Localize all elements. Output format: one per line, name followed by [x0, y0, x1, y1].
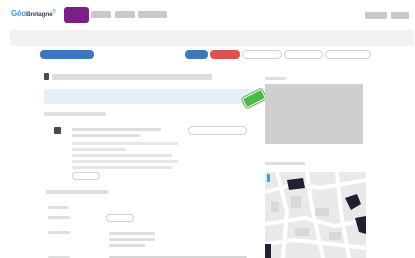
nav-item-3[interactable]	[115, 11, 135, 18]
record-line-2	[72, 134, 140, 137]
nav-item-4[interactable]	[138, 11, 167, 18]
field-value-box[interactable]	[106, 214, 134, 222]
action-button-primary[interactable]	[185, 50, 208, 59]
site-logo[interactable]: GéoBretagne®	[11, 9, 56, 18]
action-button-outline-1[interactable]	[242, 50, 282, 59]
toolbar-strip	[10, 30, 414, 46]
record-action-button[interactable]	[188, 126, 247, 135]
field-label-1	[48, 206, 68, 209]
field-value-line-1	[109, 232, 155, 235]
square-icon	[54, 127, 61, 134]
section-heading-2	[46, 190, 108, 194]
highlight-row	[44, 89, 254, 104]
preview-heading	[265, 77, 286, 80]
record-line-1	[72, 128, 161, 131]
field-label-3	[48, 231, 70, 234]
record-more-button[interactable]	[72, 172, 100, 180]
nav-active-item[interactable]	[64, 7, 89, 23]
record-detail-4	[72, 160, 178, 163]
action-button-delete[interactable]	[210, 50, 240, 59]
record-detail-3	[72, 154, 172, 157]
header-link-2[interactable]	[391, 12, 409, 19]
field-value-line-3	[109, 244, 145, 247]
logo-geo-text: Géo	[11, 9, 26, 18]
action-button-outline-2[interactable]	[284, 50, 323, 59]
nav-item-2[interactable]	[91, 11, 111, 18]
field-label-2	[48, 216, 70, 219]
record-detail-5	[72, 166, 172, 169]
back-button[interactable]	[40, 50, 94, 59]
map-canvas[interactable]	[265, 172, 366, 258]
header-link-1[interactable]	[365, 12, 387, 19]
logo-registered-mark: ®	[52, 9, 57, 15]
logo-bretagne-text: Bretagne	[25, 11, 53, 18]
title-icon	[44, 73, 49, 80]
map-heading	[265, 162, 305, 165]
map-icon[interactable]	[265, 172, 366, 258]
field-value-line-2	[109, 238, 155, 241]
preview-thumbnail	[265, 84, 363, 144]
record-detail-1	[72, 142, 178, 145]
page-title	[52, 74, 212, 80]
record-detail-2	[72, 148, 126, 151]
section-heading	[44, 112, 106, 116]
action-button-outline-3[interactable]	[325, 50, 371, 59]
